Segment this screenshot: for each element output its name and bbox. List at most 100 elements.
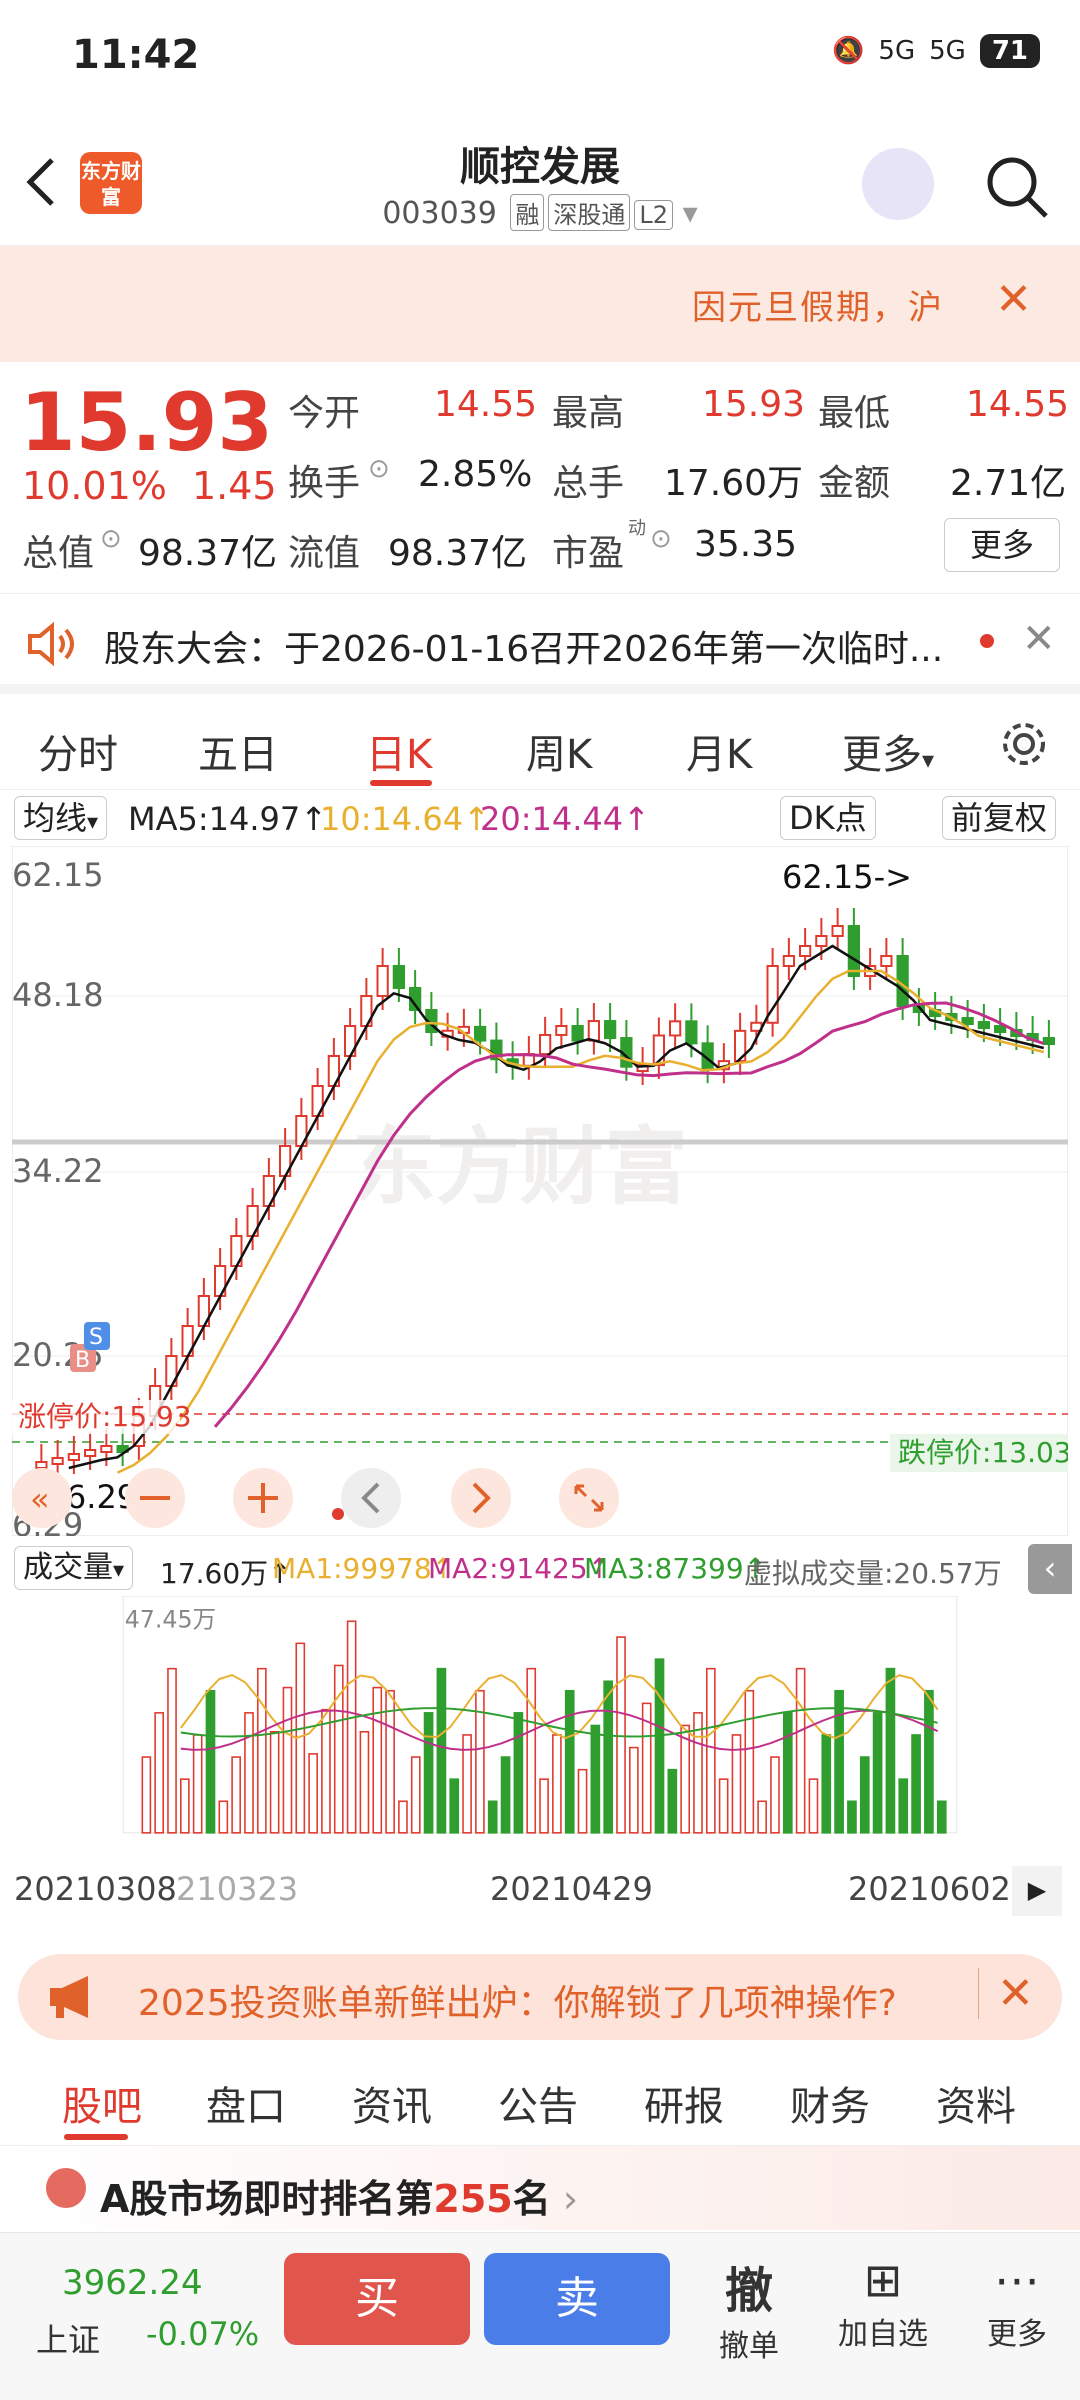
play-forward-icon[interactable]: ▶ xyxy=(1012,1866,1062,1916)
market-rank-row[interactable]: A股市场即时排名第255名 › xyxy=(0,2146,1080,2230)
volume-bar xyxy=(167,1667,177,1834)
sell-button[interactable]: 卖 xyxy=(484,2253,670,2345)
tab-five-day[interactable]: 五日 xyxy=(198,722,278,780)
volume-bar xyxy=(231,1756,241,1834)
more-quote-button[interactable]: 更多 xyxy=(944,518,1060,572)
candle-body xyxy=(782,955,795,967)
y-label-max: 62.15 xyxy=(12,856,104,894)
volume-bar xyxy=(757,1800,767,1834)
tab-daily-k[interactable]: 日K xyxy=(366,722,432,780)
volume-bar xyxy=(834,1689,844,1834)
change-amount: 1.45 xyxy=(192,464,277,508)
tab-pankou[interactable]: 盘口 xyxy=(206,2074,286,2132)
more-label: 更多 xyxy=(987,2317,1047,2352)
float-label: 流值 xyxy=(288,533,361,574)
tab-monthly-k[interactable]: 月K xyxy=(686,722,752,780)
active-tab-underline xyxy=(64,2134,128,2140)
page-dot-1 xyxy=(332,1508,344,1520)
volume-bar xyxy=(539,1778,549,1834)
active-tab-underline xyxy=(370,780,432,786)
volume-bar xyxy=(564,1689,575,1834)
tab-more-label: 更多 xyxy=(842,732,922,778)
mcap-info-icon[interactable]: ⊙ xyxy=(100,524,122,554)
volume-bar xyxy=(590,1724,601,1834)
search-icon[interactable] xyxy=(982,152,1052,222)
add-watchlist-button[interactable]: ⊞ 加自选 xyxy=(828,2251,938,2353)
candle-body xyxy=(831,925,844,937)
tab-profile[interactable]: 资料 xyxy=(936,2074,1016,2132)
tab-finance[interactable]: 财务 xyxy=(790,2074,870,2132)
scroll-right-button[interactable] xyxy=(451,1468,511,1528)
tab-research[interactable]: 研报 xyxy=(644,2074,724,2132)
high-label: 最高 xyxy=(552,393,625,434)
assistant-robot-icon[interactable] xyxy=(862,148,934,220)
collapse-side-icon[interactable]: ‹ xyxy=(1028,1544,1072,1594)
cancel-order-button[interactable]: 撤撤单 xyxy=(694,2251,804,2365)
fullscreen-button[interactable] xyxy=(559,1468,619,1528)
rank-number: 255 xyxy=(433,2177,513,2221)
trade-bottom-bar: 3962.24 上证 -0.07% 买 卖 撤撤单 ⊞ 加自选 ⋯ 更多 xyxy=(0,2232,1080,2400)
volume-bar xyxy=(436,1667,447,1834)
volume-bar xyxy=(487,1800,498,1834)
candle-body xyxy=(67,1453,80,1461)
y-label-3: 34.22 xyxy=(12,1152,104,1190)
stock-code: 003039 xyxy=(382,196,497,231)
volume-chart[interactable]: 47.45万 xyxy=(12,1596,1068,1896)
notice-text: 因元旦假期，沪 xyxy=(692,288,944,328)
open-label: 今开 xyxy=(288,393,361,434)
battery-indicator: 71 xyxy=(979,34,1040,68)
scroll-left-button[interactable] xyxy=(341,1468,401,1528)
info-icon[interactable]: ⊙ xyxy=(368,454,390,484)
candle-body xyxy=(977,1021,990,1029)
volume-bar xyxy=(423,1712,434,1834)
open-value: 14.55 xyxy=(434,384,538,425)
volume-bar xyxy=(629,1746,639,1834)
low-value: 14.55 xyxy=(966,384,1070,425)
tab-news[interactable]: 资讯 xyxy=(352,2074,432,2132)
rank-prefix: A股市场即时排名第 xyxy=(100,2177,434,2221)
adjust-mode-button[interactable]: 前复权 xyxy=(942,796,1057,840)
clock: 11:42 xyxy=(72,32,200,78)
index-value: 3962.24 xyxy=(62,2263,203,2303)
promo-banner[interactable]: 2025投资账单新鲜出炉：你解锁了几项神操作? ✕ xyxy=(18,1954,1062,2040)
tab-guba[interactable]: 股吧 xyxy=(62,2074,142,2132)
candlestick-chart[interactable]: 东方财富 62.15 48.18 34.22 20.25 6.29 62.15-… xyxy=(12,846,1068,1536)
mcap-label: 总值 xyxy=(22,533,95,574)
more-dots-icon: ⋯ xyxy=(994,2253,1040,2307)
tab-intraday[interactable]: 分时 xyxy=(38,722,118,780)
cancel-label: 撤单 xyxy=(719,2329,779,2364)
ma-selector[interactable]: 均线▾ xyxy=(14,796,108,840)
candle-body xyxy=(35,1461,48,1469)
candle-body xyxy=(555,1025,568,1036)
candle-body xyxy=(880,955,893,967)
volume-bar xyxy=(705,1667,716,1834)
stock-header: 东方财富 顺控发展 003039 融深股通 L2 ▾ xyxy=(0,118,1080,246)
close-promo-icon[interactable]: ✕ xyxy=(978,1968,1034,2019)
tab-announcements[interactable]: 公告 xyxy=(498,2074,578,2132)
index-name: 上证 xyxy=(36,2321,101,2359)
tab-weekly-k[interactable]: 周K xyxy=(526,722,592,780)
pe-label: 市盈 xyxy=(552,533,625,574)
settings-gear-icon[interactable] xyxy=(998,718,1050,770)
caret-down-icon: ▾ xyxy=(113,1558,125,1583)
dk-point-button[interactable]: DK点 xyxy=(780,796,876,840)
volume-bar xyxy=(179,1778,190,1834)
announcement-bar[interactable]: 股东大会：于2026-01-16召开2026年第一次临时... ✕ xyxy=(0,594,1080,694)
volume-bar xyxy=(269,1731,280,1834)
connect-tag: 深股通 xyxy=(548,194,631,231)
volume-bar xyxy=(744,1689,755,1834)
volume-bar xyxy=(795,1667,806,1834)
volume-selector[interactable]: 成交量▾ xyxy=(14,1546,134,1590)
volume-bar xyxy=(911,1734,921,1834)
buy-button[interactable]: 买 xyxy=(284,2253,470,2345)
max-price-label: 62.15-> xyxy=(782,858,912,896)
tab-more[interactable]: 更多▾ xyxy=(842,722,934,780)
more-button[interactable]: ⋯ 更多 xyxy=(962,2251,1072,2353)
pe-info-icon[interactable]: ⊙ xyxy=(650,524,672,554)
close-announcement-icon[interactable]: ✕ xyxy=(1022,616,1056,662)
volume-bar xyxy=(205,1689,216,1834)
close-notice-icon[interactable]: ✕ xyxy=(995,274,1032,325)
volume-bar xyxy=(308,1753,318,1834)
volume-bar xyxy=(808,1778,819,1834)
mute-icon: 🔕 xyxy=(832,36,865,66)
